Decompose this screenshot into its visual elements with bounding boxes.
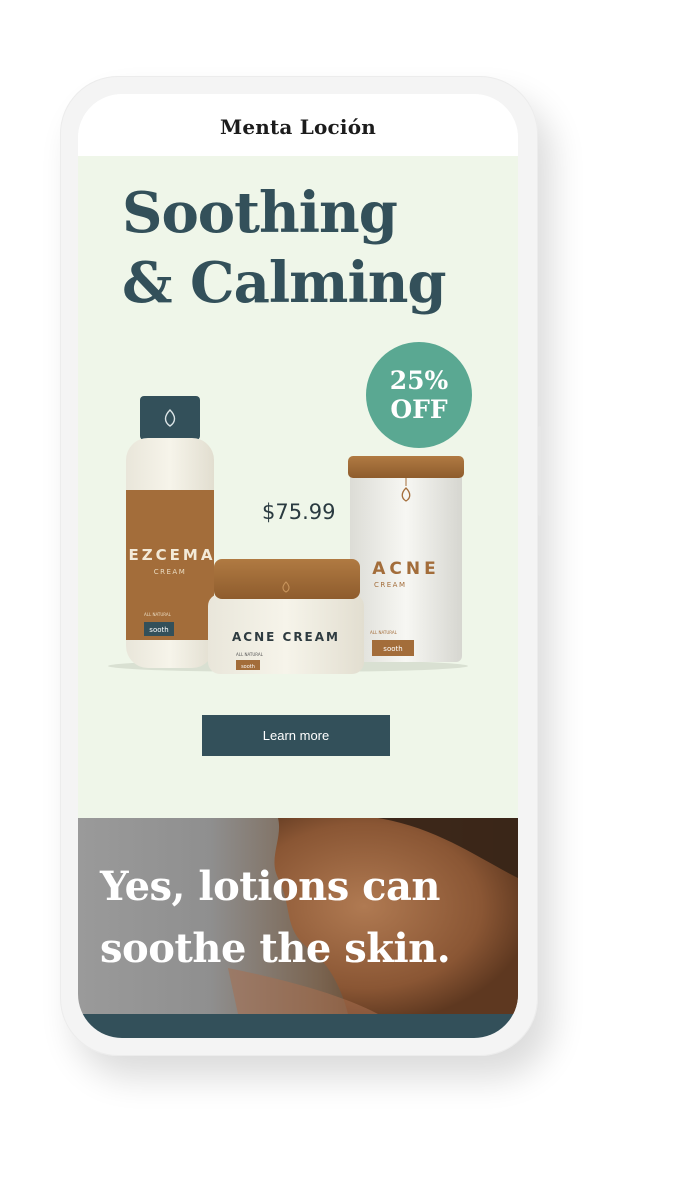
discount-badge: 25% OFF	[366, 342, 472, 448]
badge-off: OFF	[390, 395, 448, 424]
bottle-tag: sooth	[149, 626, 168, 634]
story-line-2: soothe the skin.	[100, 925, 451, 972]
email-screen: Menta Loción Soothing & Calming EZCEMA C…	[78, 94, 518, 1038]
tube-sublabel: CREAM	[374, 581, 407, 589]
story-line-1: Yes, lotions can	[100, 863, 441, 910]
hero-section: Soothing & Calming EZCEMA CREAM ALL NATU…	[78, 156, 518, 818]
acne-cream-jar: ACNE CREAM ALL NATURAL sooth	[208, 559, 364, 674]
learn-more-button[interactable]: Learn more	[202, 715, 390, 756]
footer-bar	[78, 1014, 518, 1038]
bottle-natural: ALL NATURAL	[144, 612, 172, 617]
tube-label: ACNE	[372, 559, 439, 579]
acne-tube: ACNE CREAM ALL NATURAL sooth	[348, 456, 464, 662]
email-header: Menta Loción	[78, 94, 518, 156]
badge-percent: 25%	[389, 366, 449, 395]
bottle-label: EZCEMA	[129, 546, 216, 564]
ezcema-bottle: EZCEMA CREAM ALL NATURAL sooth	[126, 396, 216, 668]
product-price: $75.99	[262, 500, 336, 524]
jar-tag: sooth	[241, 664, 255, 670]
tube-natural: ALL NATURAL	[370, 630, 398, 635]
brand-logo[interactable]: Menta Loción	[220, 115, 376, 139]
jar-natural: ALL NATURAL	[236, 652, 264, 657]
story-banner: Yes, lotions can soothe the skin.	[78, 818, 518, 1014]
jar-label: ACNE CREAM	[232, 630, 340, 644]
story-headline: Yes, lotions can soothe the skin.	[100, 856, 451, 980]
bottle-sublabel: CREAM	[154, 568, 187, 576]
tube-tag: sooth	[383, 645, 402, 653]
